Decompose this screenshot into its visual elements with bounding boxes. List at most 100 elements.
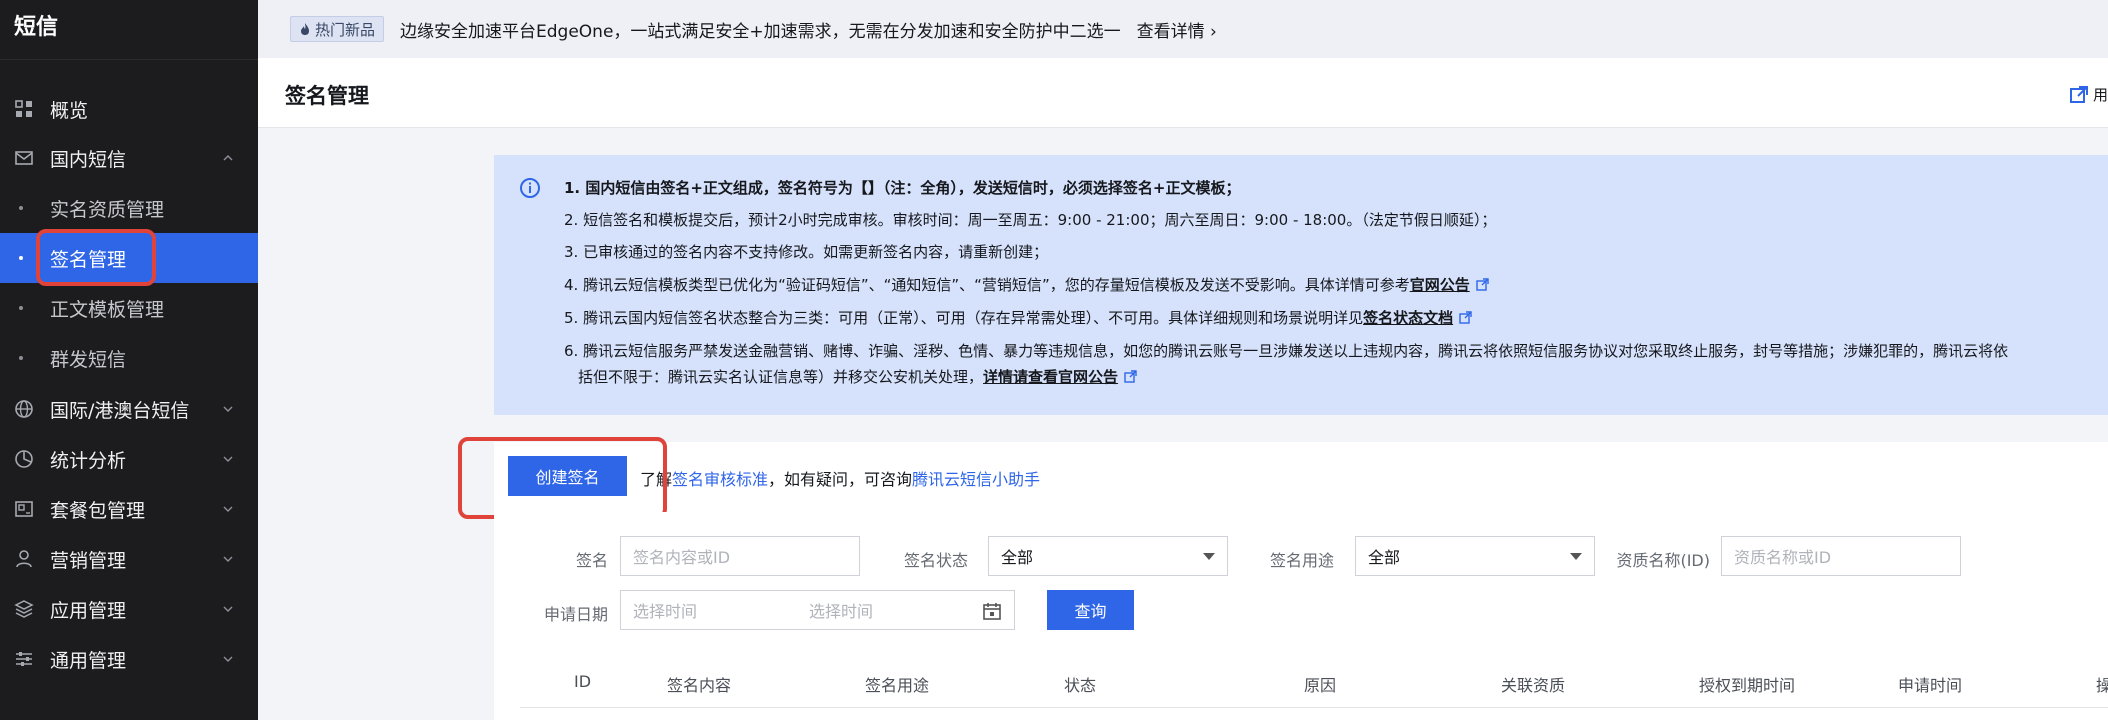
notice-panel: 1. 国内短信由签名+正文组成，签名符号为【】（注：全角），发送短信时，必须选择… <box>494 155 2108 415</box>
bullet-icon <box>19 306 23 310</box>
notice-line-6: 6. 腾讯云短信服务严禁发送金融营销、赌博、诈骗、淫秽、色情、暴力等违规信息，如… <box>564 342 2009 360</box>
review-standard-link[interactable]: 签名审核标准 <box>672 470 768 489</box>
sidebar-subitem-bulk-sms[interactable]: 群发短信 <box>0 333 258 383</box>
column-header: 操 <box>2096 676 2108 695</box>
sidebar-item-domestic-sms[interactable]: 国内短信 <box>0 133 258 183</box>
date-filter-label: 申请日期 <box>543 605 608 624</box>
sidebar-item-label: 国内短信 <box>50 148 127 171</box>
caret-down-icon <box>1570 553 1582 560</box>
banner-text: 边缘安全加速平台EdgeOne，一站式满足安全+加速需求，无需在分发加速和安全防… <box>400 21 1121 42</box>
page-header: 签名管理 用 <box>258 58 2108 128</box>
bullet-icon <box>19 356 23 360</box>
caret-down-icon <box>1203 553 1215 560</box>
header-help-link[interactable]: 用 <box>2069 84 2108 105</box>
status-filter-label: 签名状态 <box>903 551 968 570</box>
bullet-icon <box>19 206 23 210</box>
grid-icon <box>13 98 35 120</box>
notice-line-3: 3. 已审核通过的签名内容不支持修改。如需更新签名内容，请重新创建； <box>564 243 1049 261</box>
status-select[interactable]: 全部 <box>988 536 1228 576</box>
create-signature-button[interactable]: 创建签名 <box>508 456 627 496</box>
globe-icon <box>13 398 35 420</box>
info-icon <box>520 178 540 198</box>
sidebar-item-general[interactable]: 通用管理 <box>0 634 258 684</box>
date-range-picker[interactable]: 选择时间 选择时间 <box>620 590 1015 630</box>
sidebar-item-marketing[interactable]: 营销管理 <box>0 534 258 584</box>
action-help-text: 了解签名审核标准，如有疑问，可咨询腾讯云短信小助手 <box>640 470 1041 489</box>
action-bar: 创建签名 了解签名审核标准，如有疑问，可咨询腾讯云短信小助手 <box>494 442 2108 512</box>
notice-line-7: 括但不限于：腾讯云实名认证信息等）并移交公安机关处理，详情请查看官网公告 <box>578 366 1137 387</box>
sidebar-item-overview[interactable]: 概览 <box>0 84 258 134</box>
external-link-icon <box>2069 85 2088 103</box>
column-header: 签名内容 <box>667 676 732 695</box>
table-header: ID 签名内容 签名用途 状态 原因 关联资质 授权到期时间 申请时间 操 <box>520 652 2108 708</box>
usage-select[interactable]: 全部 <box>1355 536 1595 576</box>
column-header: 申请时间 <box>1898 676 1963 695</box>
flame-icon <box>301 23 309 35</box>
sms-assistant-link[interactable]: 腾讯云短信小助手 <box>912 470 1040 489</box>
chevron-down-icon <box>223 556 233 562</box>
calendar-icon <box>983 603 1001 620</box>
column-header: 关联资质 <box>1501 676 1566 695</box>
chevron-down-icon <box>223 506 233 512</box>
banner-details-link[interactable]: 查看详情 › <box>1137 17 1217 42</box>
badge-label: 热门新品 <box>315 20 376 39</box>
external-link-icon <box>1476 278 1489 291</box>
signature-list-panel: 签名 签名内容或ID 签名状态 全部 签名用途 全部 资质名称(ID) 资质名称… <box>494 512 2108 720</box>
promo-banner: 热门新品 边缘安全加速平台EdgeOne，一站式满足安全+加速需求，无需在分发加… <box>258 0 2108 58</box>
sidebar-item-statistics[interactable]: 统计分析 <box>0 434 258 484</box>
sidebar-item-label: 通用管理 <box>50 649 127 672</box>
sidebar-item-label: 国际/港澳台短信 <box>50 399 190 422</box>
notice-line-1: 1. 国内短信由签名+正文组成，签名符号为【】（注：全角），发送短信时，必须选择… <box>564 179 1241 197</box>
column-header: 状态 <box>1064 676 1097 695</box>
sidebar-item-package[interactable]: 套餐包管理 <box>0 484 258 534</box>
header-help-label: 用 <box>2092 86 2108 104</box>
sidebar-item-label: 应用管理 <box>50 599 127 622</box>
sliders-icon <box>13 648 35 670</box>
chevron-up-icon <box>223 155 233 161</box>
details-official-notice-link[interactable]: 详情请查看官网公告 <box>983 368 1118 386</box>
notice-line-4: 4. 腾讯云短信模板类型已优化为“验证码短信”、“通知短信”、“营销短信”，您的… <box>564 274 1489 295</box>
sign-filter-label: 签名 <box>575 551 608 570</box>
chevron-down-icon <box>223 406 233 412</box>
column-header: 原因 <box>1304 676 1337 695</box>
layers-icon <box>13 598 35 620</box>
column-header: ID <box>574 672 592 691</box>
hot-badge: 热门新品 <box>290 16 385 42</box>
chevron-down-icon <box>223 606 233 612</box>
usage-filter-label: 签名用途 <box>1269 551 1334 570</box>
official-notice-link[interactable]: 官网公告 <box>1410 276 1470 294</box>
column-header: 签名用途 <box>865 676 930 695</box>
notice-line-5: 5. 腾讯云国内短信签名状态整合为三类：可用（正常）、可用（存在异常需处理）、不… <box>564 307 1472 328</box>
sidebar-item-international-sms[interactable]: 国际/港澳台短信 <box>0 384 258 434</box>
mail-icon <box>13 147 35 169</box>
sidebar-item-label: 概览 <box>50 99 89 122</box>
chevron-down-icon <box>223 456 233 462</box>
notice-line-2: 2. 短信签名和模板提交后，预计2小时完成审核。审核时间：周一至周五：9:00 … <box>564 211 1497 229</box>
sign-search-input[interactable]: 签名内容或ID <box>620 536 860 576</box>
sidebar-item-application[interactable]: 应用管理 <box>0 584 258 634</box>
sidebar-item-label: 统计分析 <box>50 449 127 472</box>
sidebar-subitem-signature[interactable]: 签名管理 <box>0 233 258 283</box>
sidebar-item-label: 营销管理 <box>50 549 127 572</box>
sidebar-subitem-qualification[interactable]: 实名资质管理 <box>0 183 258 233</box>
bullet-icon <box>19 256 23 260</box>
qualification-search-input[interactable]: 资质名称或ID <box>1721 536 1961 576</box>
user-icon <box>13 548 35 570</box>
pie-chart-icon <box>13 448 35 470</box>
query-button[interactable]: 查询 <box>1047 590 1134 630</box>
page-title: 签名管理 <box>285 84 369 108</box>
qualification-filter-label: 资质名称(ID) <box>1616 551 1710 570</box>
product-title: 短信 <box>0 0 258 60</box>
external-link-icon <box>1124 370 1137 383</box>
sidebar-subitem-label: 群发短信 <box>50 348 127 371</box>
sidebar-item-label: 套餐包管理 <box>50 499 146 522</box>
sidebar-subitem-label: 实名资质管理 <box>50 198 165 221</box>
external-link-icon <box>1459 311 1472 324</box>
sidebar-subitem-label: 签名管理 <box>50 248 127 271</box>
chevron-down-icon <box>223 656 233 662</box>
sidebar: 短信 概览 国内短信 实名资质管理 签名管理 正文模板管理 群发短信 国际/港澳… <box>0 0 258 720</box>
signature-status-doc-link[interactable]: 签名状态文档 <box>1363 309 1453 327</box>
column-header: 授权到期时间 <box>1699 676 1796 695</box>
sidebar-subitem-label: 正文模板管理 <box>50 298 165 321</box>
sidebar-subitem-template[interactable]: 正文模板管理 <box>0 283 258 333</box>
